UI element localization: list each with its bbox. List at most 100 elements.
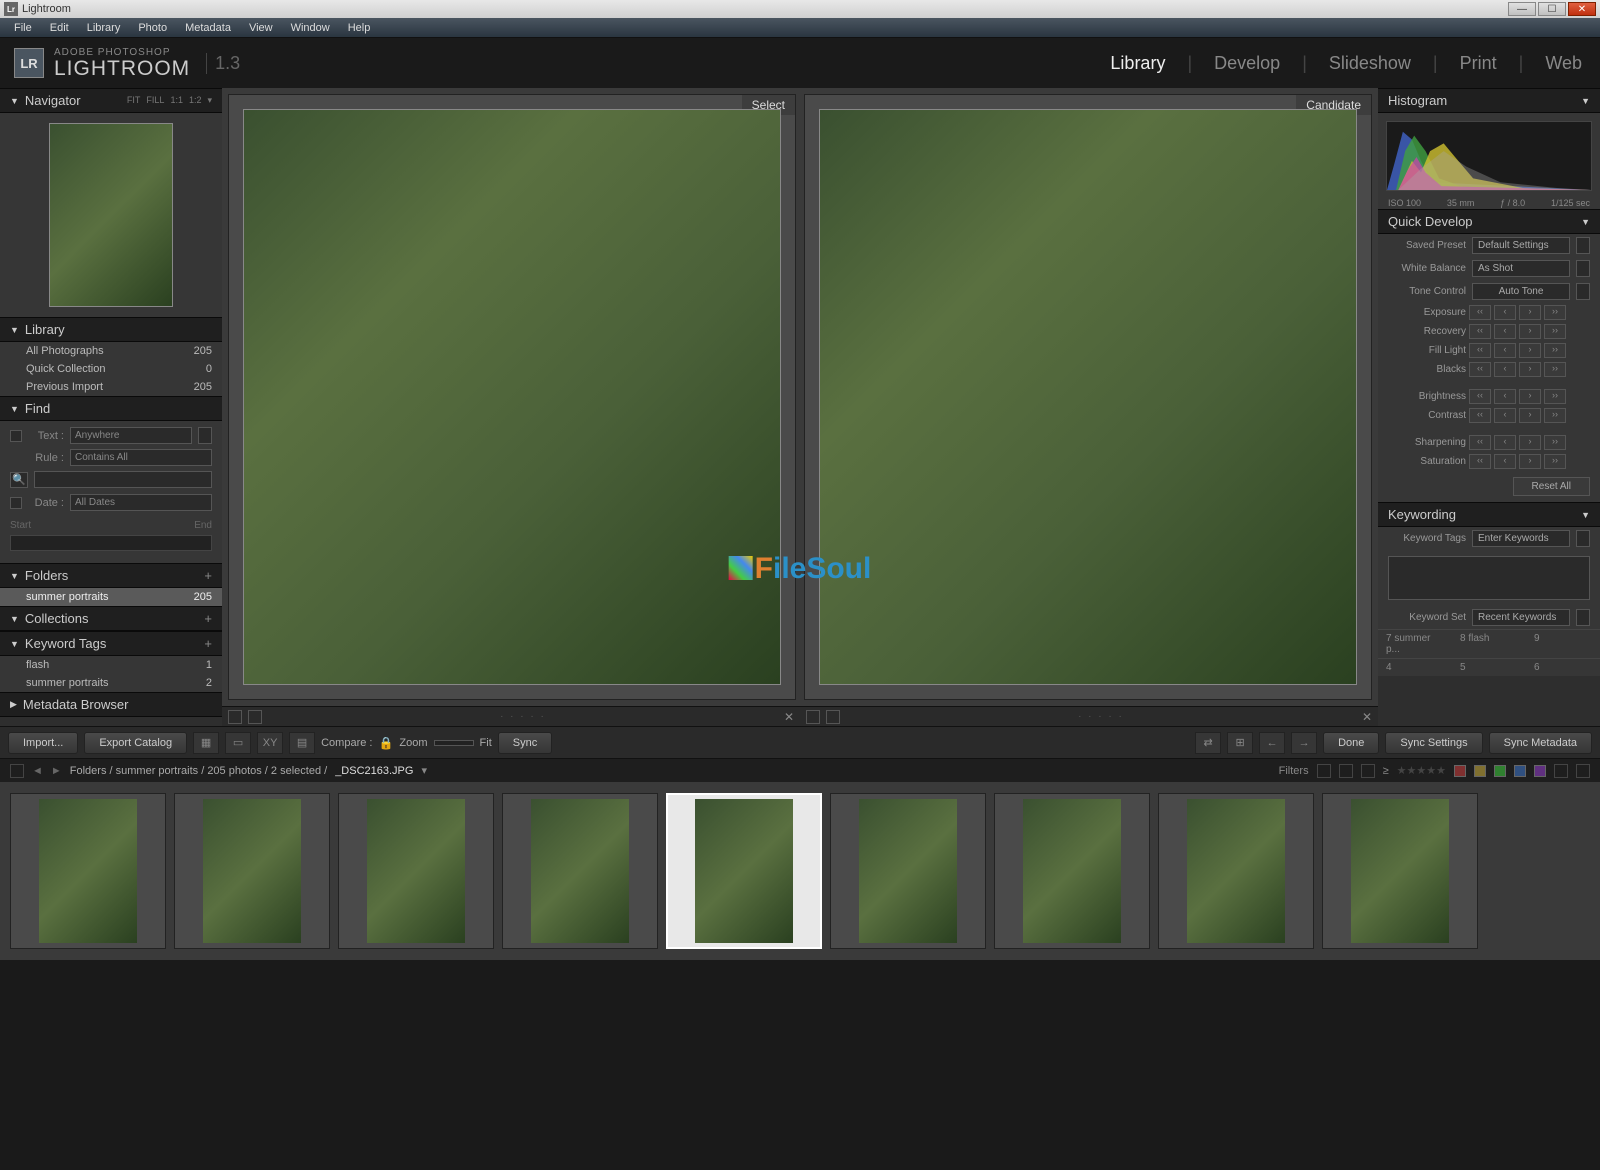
loupe-view-icon[interactable]: ▭ <box>225 732 251 754</box>
second-window-icon[interactable] <box>10 764 24 778</box>
make-select-icon[interactable]: ⊞ <box>1227 732 1253 754</box>
add-keyword-button[interactable]: + <box>204 636 212 651</box>
find-search-input[interactable] <box>34 471 212 488</box>
find-text-select[interactable]: Anywhere <box>70 427 192 444</box>
filter-lock-icon[interactable] <box>1554 764 1568 778</box>
library-row[interactable]: All Photographs205 <box>0 342 222 360</box>
preset-select[interactable]: Default Settings <box>1472 237 1570 254</box>
adjust-big-inc[interactable]: ›› <box>1544 324 1566 339</box>
kw-cell[interactable]: 9 <box>1526 629 1600 658</box>
adjust-big-dec[interactable]: ‹‹ <box>1469 362 1491 377</box>
module-web[interactable]: Web <box>1541 53 1586 74</box>
candidate-toggle-2[interactable] <box>826 710 840 724</box>
breadcrumb[interactable]: Folders / summer portraits / 205 photos … <box>70 765 327 777</box>
library-row[interactable]: Previous Import205 <box>0 378 222 396</box>
keyword-tags-header[interactable]: ▼Keyword Tags+ <box>0 631 222 656</box>
close-select-icon[interactable]: ✕ <box>784 710 794 724</box>
color-red[interactable] <box>1454 765 1466 777</box>
menu-view[interactable]: View <box>241 20 281 36</box>
import-button[interactable]: Import... <box>8 732 78 754</box>
adjust-big-inc[interactable]: ›› <box>1544 305 1566 320</box>
keyword-input[interactable] <box>1388 556 1590 600</box>
thumbnail[interactable] <box>174 793 330 949</box>
survey-view-icon[interactable]: ▤ <box>289 732 315 754</box>
menu-library[interactable]: Library <box>79 20 129 36</box>
lock-icon[interactable]: 🔒 <box>378 736 393 750</box>
adjust-dec[interactable]: ‹ <box>1494 305 1516 320</box>
color-yellow[interactable] <box>1474 765 1486 777</box>
select-toggle-1[interactable] <box>228 710 242 724</box>
close-button[interactable]: ✕ <box>1568 2 1596 16</box>
sync-button[interactable]: Sync <box>498 732 552 754</box>
select-pane[interactable]: Select <box>228 94 796 700</box>
menu-metadata[interactable]: Metadata <box>177 20 239 36</box>
kw-cell[interactable]: 4 <box>1378 658 1452 676</box>
thumbnail[interactable] <box>502 793 658 949</box>
adjust-big-inc[interactable]: ›› <box>1544 343 1566 358</box>
menu-window[interactable]: Window <box>283 20 338 36</box>
export-catalog-button[interactable]: Export Catalog <box>84 732 187 754</box>
sync-settings-button[interactable]: Sync Settings <box>1385 732 1482 754</box>
adjust-inc[interactable]: › <box>1519 305 1541 320</box>
collections-header[interactable]: ▼Collections+ <box>0 606 222 631</box>
dropdown-icon[interactable] <box>1576 609 1590 626</box>
adjust-big-dec[interactable]: ‹‹ <box>1469 324 1491 339</box>
menu-edit[interactable]: Edit <box>42 20 77 36</box>
menu-file[interactable]: File <box>6 20 40 36</box>
adjust-inc[interactable]: › <box>1519 343 1541 358</box>
histogram-header[interactable]: ▼Histogram <box>1378 88 1600 113</box>
filter-switch-icon[interactable] <box>1576 764 1590 778</box>
module-library[interactable]: Library <box>1106 53 1169 74</box>
search-icon[interactable]: 🔍 <box>10 472 28 488</box>
thumbnail[interactable] <box>994 793 1150 949</box>
adjust-dec[interactable]: ‹ <box>1494 408 1516 423</box>
flag-unflag-icon[interactable] <box>1339 764 1353 778</box>
zoom-dropdown-icon[interactable]: ▾ <box>207 95 212 106</box>
adjust-big-dec[interactable]: ‹‹ <box>1469 389 1491 404</box>
select-toggle-2[interactable] <box>248 710 262 724</box>
adjust-big-dec[interactable]: ‹‹ <box>1469 435 1491 450</box>
adjust-big-inc[interactable]: ›› <box>1544 408 1566 423</box>
adjust-dec[interactable]: ‹ <box>1494 343 1516 358</box>
flag-pick-icon[interactable] <box>1317 764 1331 778</box>
adjust-big-inc[interactable]: ›› <box>1544 389 1566 404</box>
adjust-big-inc[interactable]: ›› <box>1544 362 1566 377</box>
find-text-checkbox[interactable] <box>10 430 22 442</box>
quick-develop-header[interactable]: ▼Quick Develop <box>1378 209 1600 234</box>
menu-photo[interactable]: Photo <box>130 20 175 36</box>
adjust-dec[interactable]: ‹ <box>1494 435 1516 450</box>
sync-metadata-button[interactable]: Sync Metadata <box>1489 732 1592 754</box>
add-collection-button[interactable]: + <box>204 611 212 626</box>
zoom-1-1[interactable]: 1:1 <box>170 95 183 106</box>
module-print[interactable]: Print <box>1456 53 1501 74</box>
thumbnail[interactable] <box>1158 793 1314 949</box>
kw-cell[interactable]: 8 flash <box>1452 629 1526 658</box>
nav-back-icon[interactable]: ◄ <box>32 765 43 777</box>
navigator-preview[interactable] <box>49 123 173 307</box>
keyword-set-select[interactable]: Recent Keywords <box>1472 609 1570 626</box>
done-button[interactable]: Done <box>1323 732 1379 754</box>
kw-cell[interactable]: 7 summer p... <box>1378 629 1452 658</box>
adjust-inc[interactable]: › <box>1519 435 1541 450</box>
nav-fwd-icon[interactable]: ► <box>51 765 62 777</box>
adjust-big-dec[interactable]: ‹‹ <box>1469 454 1491 469</box>
dropdown-icon[interactable] <box>198 427 212 444</box>
chevron-down-icon[interactable]: ▾ <box>421 764 427 777</box>
kw-cell[interactable]: 5 <box>1452 658 1526 676</box>
thumbnail[interactable] <box>830 793 986 949</box>
adjust-dec[interactable]: ‹ <box>1494 362 1516 377</box>
adjust-inc[interactable]: › <box>1519 389 1541 404</box>
adjust-dec[interactable]: ‹ <box>1494 454 1516 469</box>
close-candidate-icon[interactable]: ✕ <box>1362 710 1372 724</box>
dropdown-icon[interactable] <box>1576 237 1590 254</box>
library-header[interactable]: ▼Library <box>0 317 222 342</box>
zoom-slider[interactable] <box>434 740 474 746</box>
keyword-row[interactable]: summer portraits2 <box>0 674 222 692</box>
grid-view-icon[interactable]: ▦ <box>193 732 219 754</box>
dropdown-icon[interactable] <box>1576 530 1590 547</box>
folder-row[interactable]: summer portraits205 <box>0 588 222 606</box>
find-date-checkbox[interactable] <box>10 497 22 509</box>
compare-view-icon[interactable]: XY <box>257 732 283 754</box>
reset-all-button[interactable]: Reset All <box>1513 477 1590 496</box>
color-purple[interactable] <box>1534 765 1546 777</box>
